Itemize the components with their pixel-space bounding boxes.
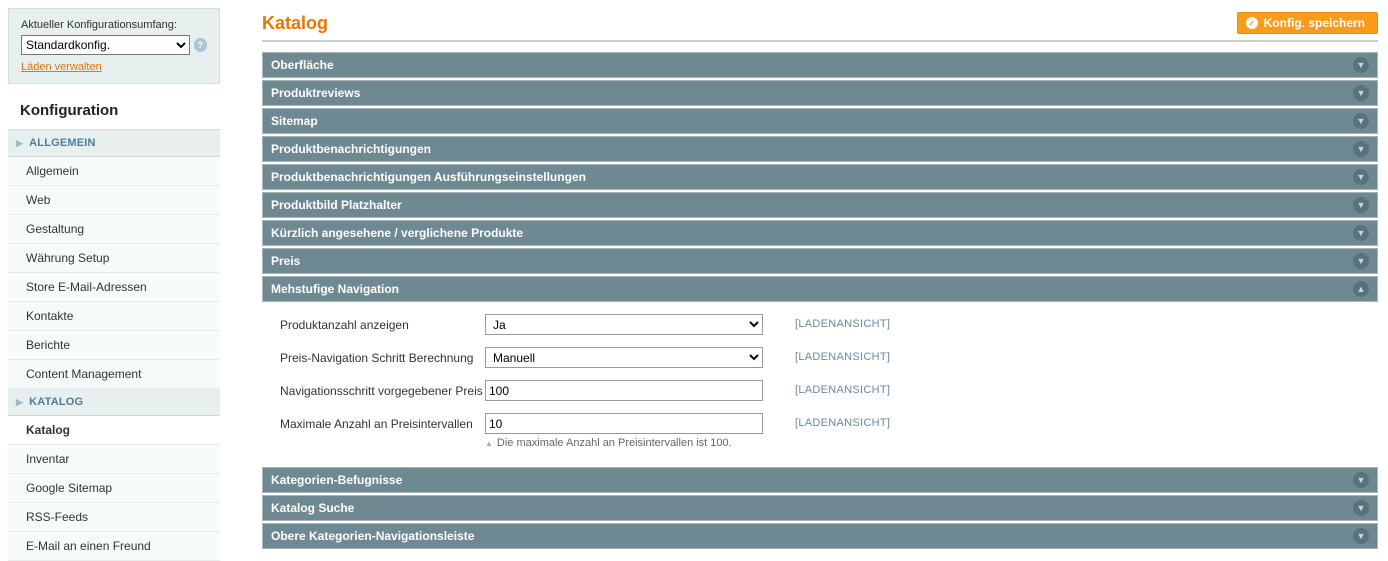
hint-text: Die maximale Anzahl an Preisintervallen … [497, 437, 732, 449]
section-katalog-suche[interactable]: Katalog Suche ▼ [262, 495, 1378, 521]
section-title: Kürzlich angesehene / verglichene Produk… [271, 226, 523, 240]
scope-label: Aktueller Konfigurationsumfang: [21, 19, 207, 31]
default-step-input[interactable] [485, 380, 763, 401]
chevron-down-icon: ▼ [1353, 57, 1369, 73]
check-icon: ✓ [1246, 17, 1258, 29]
section-title: Produktbild Platzhalter [271, 198, 402, 212]
sidebar-item-web[interactable]: Web [8, 186, 220, 215]
sidebar-item-inventar[interactable]: Inventar [8, 445, 220, 474]
section-kuerzlich[interactable]: Kürzlich angesehene / verglichene Produk… [262, 220, 1378, 246]
scope-note: [LADENANSICHT] [795, 347, 890, 363]
chevron-down-icon: ▼ [1353, 500, 1369, 516]
section-produktbenachrichtigungen-ausf[interactable]: Produktbenachrichtigungen Ausführungsein… [262, 164, 1378, 190]
nav-group-allgemein: ▶ ALLGEMEIN Allgemein Web Gestaltung Wäh… [8, 130, 220, 389]
chevron-down-icon: ▼ [1353, 472, 1369, 488]
scope-box: Aktueller Konfigurationsumfang: Standard… [8, 8, 220, 84]
field-label-default-step: Navigationsschritt vorgegebener Preis [280, 380, 485, 398]
chevron-down-icon: ▼ [1353, 113, 1369, 129]
nav-group-title: ALLGEMEIN [29, 137, 96, 149]
section-title: Produktbenachrichtigungen [271, 142, 431, 156]
chevron-up-icon: ▲ [1353, 281, 1369, 297]
scope-note: [LADENANSICHT] [795, 314, 890, 330]
sidebar-item-email-friend[interactable]: E-Mail an einen Freund [8, 532, 220, 561]
section-sitemap[interactable]: Sitemap ▼ [262, 108, 1378, 134]
chevron-down-icon: ▼ [1353, 141, 1369, 157]
section-kategorien-befugnisse[interactable]: Kategorien-Befugnisse ▼ [262, 467, 1378, 493]
price-nav-select[interactable]: Manuell [485, 347, 763, 368]
section-preis[interactable]: Preis ▼ [262, 248, 1378, 274]
display-count-select[interactable]: Ja [485, 314, 763, 335]
sidebar-item-waehrung[interactable]: Währung Setup [8, 244, 220, 273]
sidebar-item-kontakte[interactable]: Kontakte [8, 302, 220, 331]
triangle-up-icon: ▲ [485, 439, 493, 448]
field-label-max-intervals: Maximale Anzahl an Preisintervallen [280, 413, 485, 431]
scope-select[interactable]: Standardkonfig. [21, 35, 190, 55]
section-title: Kategorien-Befugnisse [271, 473, 402, 487]
chevron-right-icon: ▶ [16, 397, 23, 408]
sidebar-heading: Konfiguration [8, 88, 220, 130]
section-produktbild-platzhalter[interactable]: Produktbild Platzhalter ▼ [262, 192, 1378, 218]
chevron-down-icon: ▼ [1353, 169, 1369, 185]
max-intervals-input[interactable] [485, 413, 763, 434]
manage-stores-link[interactable]: Läden verwalten [21, 61, 102, 73]
section-title: Katalog Suche [271, 501, 354, 515]
field-label-display-count: Produktanzahl anzeigen [280, 314, 485, 332]
chevron-down-icon: ▼ [1353, 253, 1369, 269]
nav-group-katalog: ▶ KATALOG Katalog Inventar Google Sitema… [8, 389, 220, 561]
section-produktbenachrichtigungen[interactable]: Produktbenachrichtigungen ▼ [262, 136, 1378, 162]
section-oberflaeche[interactable]: Oberfläche ▼ [262, 52, 1378, 78]
section-title: Mehstufige Navigation [271, 282, 399, 296]
sidebar-item-rss[interactable]: RSS-Feeds [8, 503, 220, 532]
sidebar-item-google-sitemap[interactable]: Google Sitemap [8, 474, 220, 503]
sidebar-item-store-email[interactable]: Store E-Mail-Adressen [8, 273, 220, 302]
save-button-label: Konfig. speichern [1264, 16, 1365, 30]
section-produktreviews[interactable]: Produktreviews ▼ [262, 80, 1378, 106]
nav-group-title: KATALOG [29, 396, 83, 408]
chevron-right-icon: ▶ [16, 138, 23, 149]
section-title: Produktbenachrichtigungen Ausführungsein… [271, 170, 586, 184]
section-title: Oberfläche [271, 58, 334, 72]
section-mehrstufige-navigation[interactable]: Mehstufige Navigation ▲ [262, 276, 1378, 302]
help-icon[interactable]: ? [194, 38, 207, 52]
chevron-down-icon: ▼ [1353, 197, 1369, 213]
nav-group-header-katalog[interactable]: ▶ KATALOG [8, 389, 220, 416]
section-title: Obere Kategorien-Navigationsleiste [271, 529, 474, 543]
scope-note: [LADENANSICHT] [795, 413, 890, 429]
chevron-down-icon: ▼ [1353, 85, 1369, 101]
save-button[interactable]: ✓ Konfig. speichern [1237, 12, 1378, 34]
page-title: Katalog [262, 13, 328, 34]
sidebar-item-gestaltung[interactable]: Gestaltung [8, 215, 220, 244]
nav-group-header-allgemein[interactable]: ▶ ALLGEMEIN [8, 130, 220, 157]
field-label-price-nav: Preis-Navigation Schritt Berechnung [280, 347, 485, 365]
section-title: Produktreviews [271, 86, 360, 100]
field-hint: ▲ Die maximale Anzahl an Preisintervallen… [485, 437, 765, 449]
section-title: Preis [271, 254, 300, 268]
chevron-down-icon: ▼ [1353, 528, 1369, 544]
sidebar-item-berichte[interactable]: Berichte [8, 331, 220, 360]
section-obere-kategorien-nav[interactable]: Obere Kategorien-Navigationsleiste ▼ [262, 523, 1378, 549]
scope-note: [LADENANSICHT] [795, 380, 890, 396]
sidebar-item-katalog[interactable]: Katalog [8, 416, 220, 445]
section-panel-mehrstufige-navigation: Produktanzahl anzeigen Ja [LADENANSICHT]… [262, 302, 1378, 461]
chevron-down-icon: ▼ [1353, 225, 1369, 241]
sidebar-item-cms[interactable]: Content Management [8, 360, 220, 389]
sidebar-item-allgemein[interactable]: Allgemein [8, 157, 220, 186]
section-title: Sitemap [271, 114, 318, 128]
